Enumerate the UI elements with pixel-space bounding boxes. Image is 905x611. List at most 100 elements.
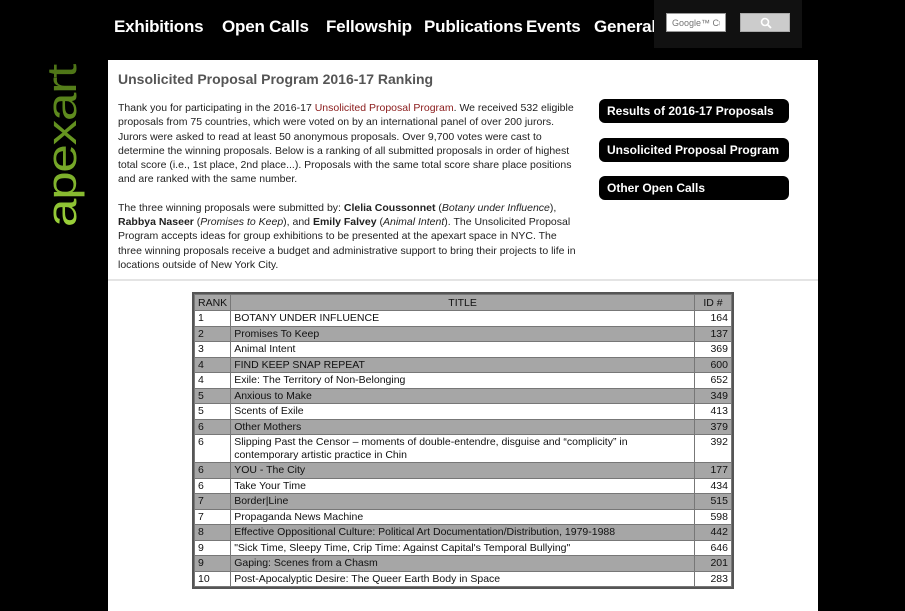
id-cell: 137 [695, 326, 731, 341]
winner-2-name: Rabbya Naseer [118, 216, 194, 229]
title-cell: Scents of Exile [231, 404, 694, 419]
id-cell: 442 [695, 525, 731, 540]
rank-cell: 3 [195, 342, 231, 357]
nav-exhibitions[interactable]: Exhibitions [114, 17, 204, 37]
rank-cell: 7 [195, 509, 231, 524]
search-button[interactable] [740, 13, 790, 32]
svg-text:apexart: apexart [38, 63, 85, 227]
rank-cell: 6 [195, 419, 231, 434]
title-cell: Border|Line [231, 494, 694, 509]
rank-cell: 6 [195, 463, 231, 478]
search-box [654, 0, 802, 48]
table-row: 7 Propaganda News Machine 598 [195, 509, 731, 524]
winner-3-name: Emily Falvey [312, 216, 377, 229]
id-cell: 392 [695, 435, 731, 462]
page-title: Unsolicited Proposal Program 2016-17 Ran… [118, 71, 434, 87]
table-row: 9 Gaping: Scenes from a Chasm 201 [195, 556, 731, 571]
rank-cell: 5 [195, 404, 231, 419]
id-cell: 600 [695, 357, 731, 372]
title-header: TITLE [231, 295, 694, 310]
table-row: 8 Effective Oppositional Culture: Politic… [195, 525, 731, 540]
table-header-row: RANK TITLE ID # [195, 295, 731, 310]
nav-general[interactable]: General [594, 17, 656, 37]
table-row: 6 YOU - The City 177 [195, 463, 731, 478]
title-cell: Promises To Keep [231, 326, 694, 341]
rank-cell: 4 [195, 373, 231, 388]
search-input[interactable] [666, 13, 726, 32]
table-row: 6 Other Mothers 379 [195, 419, 731, 434]
table-row: 10 Post-Apocalyptic Desire: The Queer Ear… [195, 571, 731, 586]
other-open-calls-button[interactable]: Other Open Calls [599, 176, 789, 200]
id-cell: 434 [695, 478, 731, 493]
rank-cell: 9 [195, 540, 231, 555]
intro-text-1: Thank you for participating in the 2016-… [118, 102, 315, 114]
title-cell: Gaping: Scenes from a Chasm [231, 556, 694, 571]
nav-events[interactable]: Events [526, 17, 581, 37]
rank-cell: 4 [195, 357, 231, 372]
winners-intro: The three winning proposals were submitt… [118, 201, 344, 214]
rank-header: RANK [195, 295, 231, 310]
rank-cell: 5 [195, 388, 231, 403]
id-cell: 349 [695, 388, 731, 403]
table-row: 6 Take Your Time 434 [195, 478, 731, 493]
divider [108, 279, 818, 281]
main-content: Unsolicited Proposal Program 2016-17 Ran… [108, 60, 818, 611]
id-cell: 369 [695, 342, 731, 357]
intro-text-2: . We received 532 eligible proposals fro… [118, 102, 574, 186]
winner-1-title: Botany under Influence [441, 201, 550, 214]
table-row: 6 Slipping Past the Censor – moments of d… [195, 435, 731, 462]
title-cell: YOU - The City [231, 463, 694, 478]
table-row: 7 Border|Line 515 [195, 494, 731, 509]
table-row: 1 BOTANY UNDER INFLUENCE 164 [195, 311, 731, 326]
title-cell: Slipping Past the Censor – moments of do… [231, 435, 694, 462]
intro-text: Thank you for participating in the 2016-… [118, 101, 583, 286]
rank-cell: 6 [195, 435, 231, 462]
title-cell: Post-Apocalyptic Desire: The Queer Earth… [231, 571, 694, 586]
title-cell: Animal Intent [231, 342, 694, 357]
rank-cell: 9 [195, 556, 231, 571]
winner-1-name: Clelia Coussonnet [343, 201, 436, 214]
rank-cell: 10 [195, 571, 231, 586]
table-row: 4 FIND KEEP SNAP REPEAT 600 [195, 357, 731, 372]
rank-cell: 2 [195, 326, 231, 341]
rank-cell: 6 [195, 478, 231, 493]
title-cell: Anxious to Make [231, 388, 694, 403]
title-cell: Exile: The Territory of Non-Belonging [231, 373, 694, 388]
results-button[interactable]: Results of 2016-17 Proposals [599, 99, 789, 123]
search-icon [760, 17, 772, 29]
rank-cell: 8 [195, 525, 231, 540]
id-cell: 598 [695, 509, 731, 524]
table-row: 9 "Sick Time, Sleepy Time, Crip Time: Aga… [195, 540, 731, 555]
winner-3-title: Animal Intent [383, 216, 445, 229]
unsolicited-proposal-link[interactable]: Unsolicited Proposal Program [315, 102, 454, 114]
title-cell: FIND KEEP SNAP REPEAT [231, 357, 694, 372]
table-row: 2 Promises To Keep 137 [195, 326, 731, 341]
rank-cell: 1 [195, 311, 231, 326]
unsolicited-program-button[interactable]: Unsolicited Proposal Program [599, 138, 789, 162]
id-cell: 164 [695, 311, 731, 326]
nav-open-calls[interactable]: Open Calls [222, 17, 309, 37]
intro-paragraph: Thank you for participating in the 2016-… [118, 101, 583, 187]
id-cell: 652 [695, 373, 731, 388]
title-cell: Effective Oppositional Culture: Politica… [231, 525, 694, 540]
ranking-table: RANK TITLE ID # 1 BOTANY UNDER INFLUENCE 1… [192, 292, 734, 589]
id-cell: 413 [695, 404, 731, 419]
id-cell: 177 [695, 463, 731, 478]
id-cell: 283 [695, 571, 731, 586]
title-cell: Take Your Time [231, 478, 694, 493]
title-cell: "Sick Time, Sleepy Time, Crip Time: Agai… [231, 540, 694, 555]
title-cell: Other Mothers [231, 419, 694, 434]
id-header: ID # [695, 295, 731, 310]
nav-publications[interactable]: Publications [424, 17, 523, 37]
id-cell: 646 [695, 540, 731, 555]
ranking-table-body: 1 BOTANY UNDER INFLUENCE 164 2 Promises To K… [195, 311, 731, 586]
table-row: 4 Exile: The Territory of Non-Belonging 65… [195, 373, 731, 388]
id-cell: 379 [695, 419, 731, 434]
title-cell: Propaganda News Machine [231, 509, 694, 524]
apexart-logo[interactable]: apexart [30, 62, 86, 232]
nav-fellowship[interactable]: Fellowship [326, 17, 412, 37]
id-cell: 201 [695, 556, 731, 571]
winner-2-title: Promises to Keep [200, 216, 284, 229]
top-navigation: Exhibitions Open Calls Fellowship Public… [0, 0, 905, 58]
id-cell: 515 [695, 494, 731, 509]
